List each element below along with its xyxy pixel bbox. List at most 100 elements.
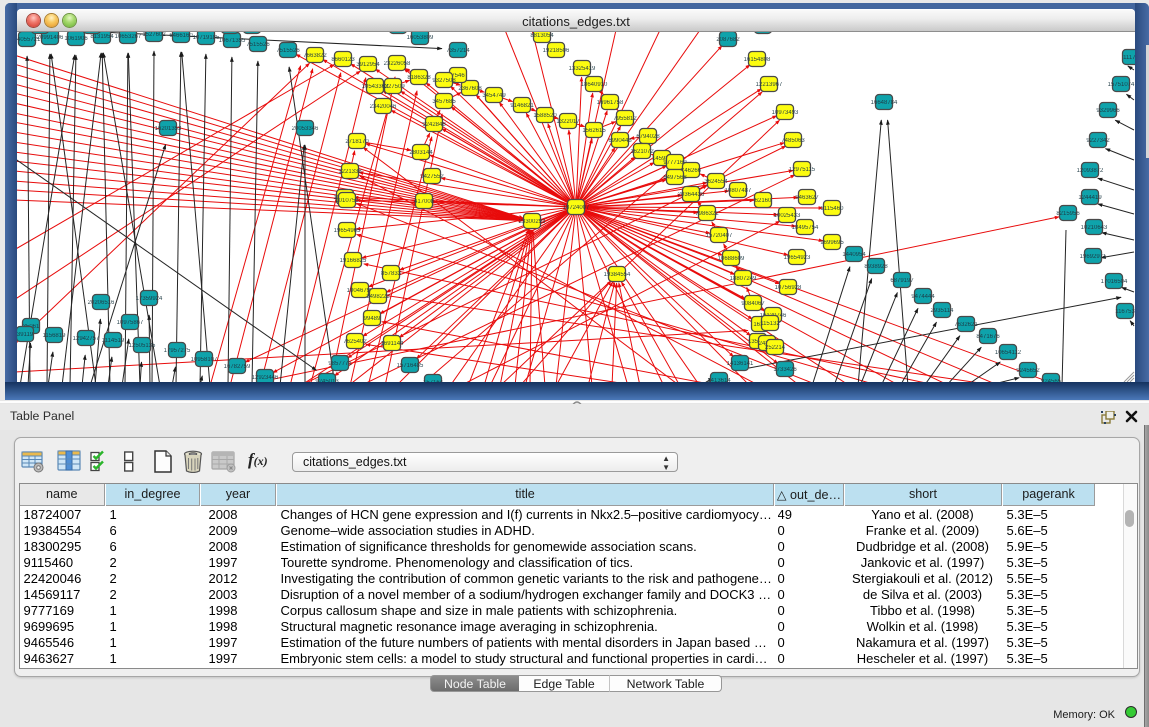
svg-text:1527602: 1527602 — [142, 32, 166, 38]
svg-text:12093872: 12093872 — [1077, 168, 1104, 174]
svg-text:20206516: 20206516 — [88, 300, 115, 306]
svg-text:7515526: 7515526 — [276, 48, 300, 54]
svg-text:1244419: 1244419 — [1078, 195, 1102, 201]
svg-text:15751074: 15751074 — [1108, 82, 1135, 88]
svg-text:20053346: 20053346 — [292, 126, 319, 132]
svg-text:12505135: 12505135 — [129, 343, 156, 349]
svg-text:19692971: 19692971 — [1080, 254, 1107, 260]
svg-text:6466160: 6466160 — [169, 33, 193, 39]
svg-text:13325419: 13325419 — [569, 66, 596, 72]
svg-text:9329966: 9329966 — [1096, 108, 1120, 114]
svg-text:20364436: 20364436 — [678, 192, 705, 198]
svg-text:10654112: 10654112 — [995, 350, 1022, 356]
svg-text:6879197: 6879197 — [890, 278, 914, 284]
svg-text:6497568: 6497568 — [663, 175, 687, 181]
svg-text:7955812: 7955812 — [613, 116, 637, 122]
svg-text:157164: 157164 — [423, 380, 444, 382]
svg-text:9115460: 9115460 — [821, 206, 845, 212]
svg-text:8660123: 8660123 — [331, 57, 355, 63]
svg-text:7357214: 7357214 — [446, 48, 470, 54]
svg-text:16201353: 16201353 — [155, 126, 182, 132]
svg-text:19166825: 19166825 — [340, 258, 367, 264]
svg-text:12975115: 12975115 — [789, 167, 816, 173]
svg-text:3624554: 3624554 — [704, 179, 728, 185]
svg-text:1221338: 1221338 — [338, 169, 362, 175]
svg-text:9463627: 9463627 — [795, 195, 819, 201]
svg-text:924565: 924565 — [1041, 379, 1062, 382]
svg-text:10210643: 10210643 — [1081, 225, 1108, 231]
svg-text:18807249: 18807249 — [730, 276, 757, 282]
svg-text:10688609: 10688609 — [718, 256, 745, 262]
svg-text:10958107: 10958107 — [191, 357, 218, 363]
svg-text:19654923: 19654923 — [784, 255, 811, 261]
svg-text:9857771: 9857771 — [328, 361, 352, 367]
svg-text:10975867: 10975867 — [117, 320, 144, 326]
svg-text:7625402: 7625402 — [343, 339, 367, 345]
svg-text:15720407: 15720407 — [706, 233, 733, 239]
svg-text:6990448: 6990448 — [608, 138, 632, 144]
svg-text:16154808: 16154808 — [744, 57, 771, 63]
svg-text:8813054: 8813054 — [530, 33, 554, 39]
svg-text:2803144: 2803144 — [409, 150, 433, 156]
svg-text:7663822: 7663822 — [303, 53, 327, 59]
svg-text:16782759: 16782759 — [224, 364, 251, 370]
svg-text:7485063: 7485063 — [781, 138, 805, 144]
svg-text:2367608: 2367608 — [458, 86, 482, 92]
svg-text:17359924: 17359924 — [136, 296, 163, 302]
svg-text:10807487: 10807487 — [725, 188, 752, 194]
svg-text:3498222: 3498222 — [366, 294, 390, 300]
svg-text:9245652: 9245652 — [1016, 368, 1040, 374]
svg-text:7986322: 7986322 — [695, 211, 719, 217]
svg-text:17957275: 17957275 — [164, 348, 191, 354]
svg-text:62160: 62160 — [755, 198, 772, 204]
svg-text:23420046: 23420046 — [370, 104, 397, 110]
svg-text:1114519: 1114519 — [102, 338, 125, 344]
svg-text:1322017: 1322017 — [556, 119, 580, 125]
svg-text:252214: 252214 — [765, 345, 786, 351]
svg-text:12923446: 12923446 — [252, 375, 279, 381]
svg-text:18724007: 18724007 — [563, 205, 590, 211]
svg-text:2718170: 2718170 — [345, 139, 369, 145]
svg-text:14136141: 14136141 — [727, 361, 754, 367]
svg-text:9146821: 9146821 — [510, 103, 534, 109]
svg-text:1588520: 1588520 — [533, 113, 557, 119]
svg-text:7515526: 7515526 — [246, 42, 270, 48]
svg-text:12942757: 12942757 — [73, 336, 100, 342]
svg-text:19218506: 19218506 — [543, 48, 570, 54]
svg-text:1010755: 1010755 — [335, 198, 359, 204]
svg-text:9699695: 9699695 — [820, 240, 844, 246]
svg-text:10543362: 10543362 — [362, 84, 389, 90]
svg-text:8471676: 8471676 — [976, 334, 1000, 340]
svg-text:2935114: 2935114 — [931, 308, 955, 314]
svg-text:11178: 11178 — [1123, 55, 1135, 61]
svg-text:9474444: 9474444 — [911, 294, 935, 300]
svg-text:10671355: 10671355 — [219, 38, 246, 44]
svg-text:7632621: 7632621 — [954, 322, 978, 328]
svg-text:116753: 116753 — [1115, 309, 1135, 315]
svg-text:3454749: 3454749 — [482, 93, 506, 99]
svg-text:8186328: 8186328 — [407, 75, 431, 81]
svg-text:10719185: 10719185 — [193, 35, 220, 41]
svg-text:39119: 39119 — [17, 332, 34, 338]
svg-text:18640910: 18640910 — [581, 82, 608, 88]
svg-text:1440954: 1440954 — [842, 252, 866, 258]
svg-text:8215956: 8215956 — [1056, 211, 1080, 217]
svg-text:1733426: 1733426 — [773, 367, 797, 373]
svg-text:1621072: 1621072 — [630, 149, 654, 155]
svg-text:1061906: 1061906 — [64, 36, 88, 42]
svg-text:12213967: 12213967 — [756, 82, 783, 88]
svg-text:17016504: 17016504 — [1101, 279, 1128, 285]
svg-text:9427552: 9427552 — [420, 174, 444, 180]
svg-text:23300293: 23300293 — [519, 219, 546, 225]
svg-text:6794028: 6794028 — [636, 134, 660, 140]
svg-text:857833: 857833 — [381, 271, 402, 277]
svg-text:1691144: 1691144 — [381, 341, 405, 347]
svg-text:1562615: 1562615 — [582, 128, 606, 134]
svg-text:10756928: 10756928 — [775, 285, 802, 291]
svg-text:417008: 417008 — [414, 199, 435, 205]
svg-text:10973493: 10973493 — [772, 110, 799, 116]
svg-text:23226058: 23226058 — [384, 61, 411, 67]
svg-text:3912954: 3912954 — [356, 62, 380, 68]
svg-text:3457685: 3457685 — [432, 99, 456, 105]
svg-text:1413614: 1413614 — [707, 378, 731, 382]
